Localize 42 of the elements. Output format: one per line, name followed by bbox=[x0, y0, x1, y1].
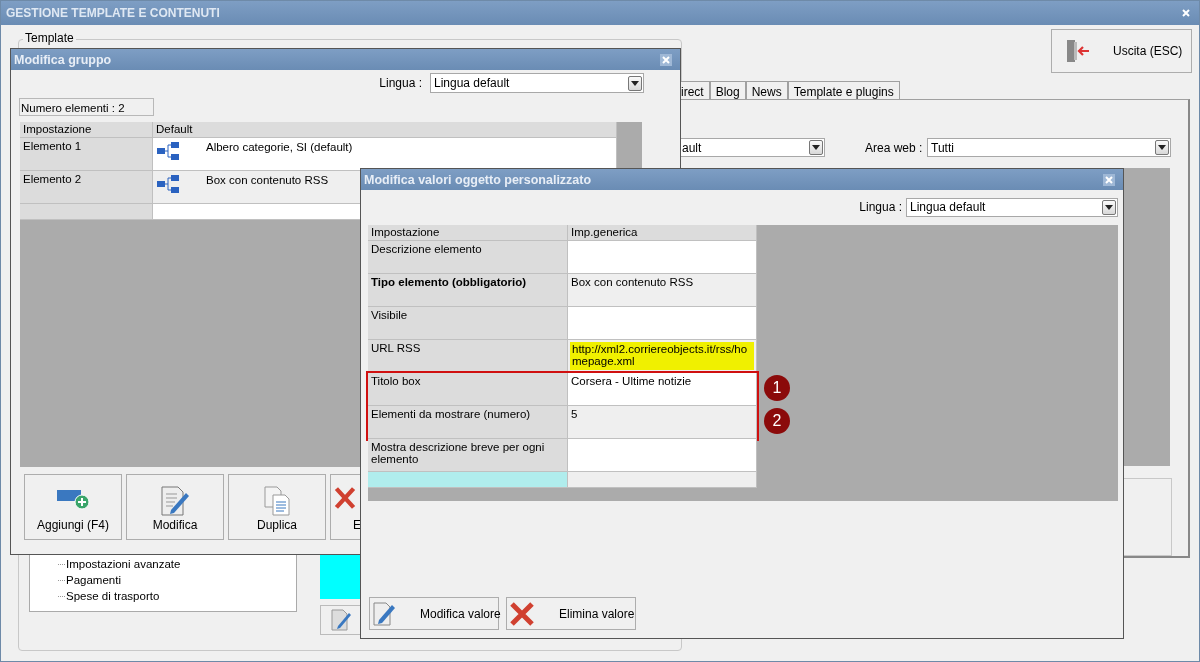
tree-item[interactable]: Spese di trasporto bbox=[66, 590, 160, 602]
group-label: Template bbox=[23, 31, 76, 45]
column-header: Impostazione bbox=[20, 122, 153, 138]
language-dropdown[interactable]: Lingua default bbox=[906, 197, 1118, 217]
column-header: Imp.generica bbox=[568, 225, 757, 241]
action-button[interactable]: Modifica valore bbox=[369, 597, 499, 630]
action-button[interactable]: Elimina valore bbox=[506, 597, 636, 630]
table-cell: http://xml2.corriereobjects.it/rss/homepage.xml bbox=[568, 340, 757, 373]
element-count: Numero elementi : 2 bbox=[19, 98, 154, 116]
exit-button[interactable]: Uscita (ESC) bbox=[1051, 29, 1192, 73]
field-label: Lingua : bbox=[859, 200, 902, 214]
dialog-title: Modifica gruppo bbox=[14, 52, 112, 67]
table-cell: Corsera - Ultime notizie bbox=[568, 373, 757, 406]
table-cell: Box con contenuto RSS bbox=[568, 274, 757, 307]
table-cell: Titolo box bbox=[368, 373, 568, 406]
dialog-title: Modifica valori oggetto personalizzato bbox=[364, 172, 592, 187]
column-header: Default bbox=[153, 122, 617, 138]
tree-item[interactable]: Impostazioni avanzate bbox=[66, 558, 181, 570]
table-cell: Elemento 1 bbox=[20, 138, 153, 171]
table-cell: Elemento 2 bbox=[20, 171, 153, 204]
table-cell: URL RSS bbox=[368, 340, 568, 373]
language-dropdown[interactable]: Lingua default bbox=[430, 73, 644, 93]
field-label: Lingua : bbox=[379, 76, 422, 90]
table-cell: Box con contenuto RSS bbox=[206, 174, 329, 186]
table-cell: Descrizione elemento bbox=[368, 241, 568, 274]
field-label: Area web : bbox=[865, 141, 923, 155]
table-cell: 5 bbox=[568, 406, 757, 439]
toolbar-button[interactable]: Duplica bbox=[228, 474, 326, 540]
toolbar-button[interactable]: Modifica bbox=[126, 474, 224, 540]
column-header: Impostazione bbox=[368, 225, 568, 241]
language-dropdown[interactable]: ault bbox=[678, 138, 825, 157]
window-title: GESTIONE TEMPLATE E CONTENUTI bbox=[6, 6, 220, 20]
table-cell: Albero categorie, SI (default) bbox=[206, 141, 353, 153]
table-cell: Visibile bbox=[368, 307, 568, 340]
area-dropdown[interactable]: Tutti bbox=[927, 138, 1171, 157]
table-cell: Tipo elemento (obbligatorio) bbox=[368, 274, 568, 307]
tree-item[interactable]: Pagamenti bbox=[66, 574, 121, 586]
table-cell: Mostra descrizione breve per ogni elemento bbox=[368, 439, 568, 472]
table-cell: Elementi da mostrare (numero) bbox=[368, 406, 568, 439]
toolbar-button[interactable]: Aggiungi (F4) bbox=[24, 474, 122, 540]
callout-number: 2 bbox=[764, 408, 790, 434]
callout-number: 1 bbox=[764, 375, 790, 401]
